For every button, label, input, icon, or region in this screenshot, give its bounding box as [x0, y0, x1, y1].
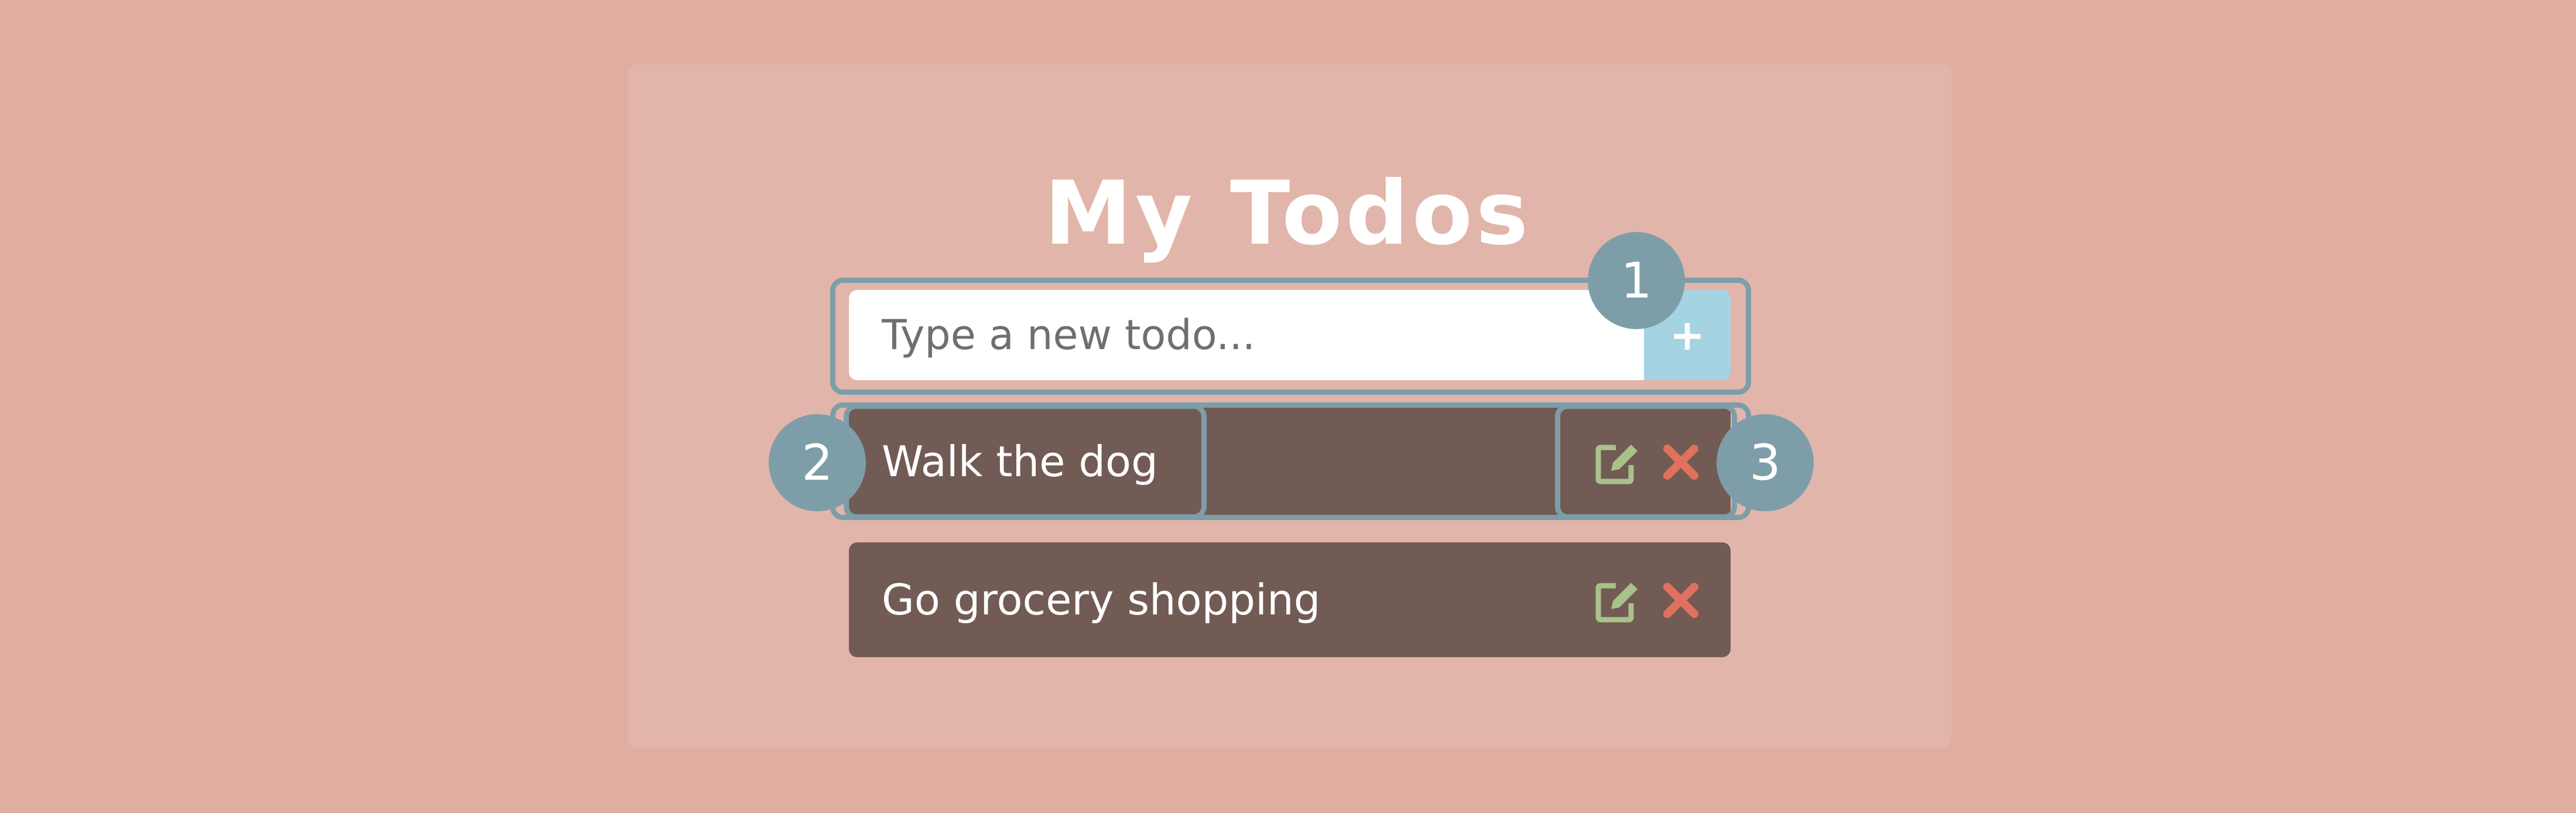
- edit-icon[interactable]: [1594, 578, 1640, 624]
- todo-item: Go grocery shopping: [849, 542, 1731, 657]
- close-icon[interactable]: [1662, 581, 1700, 620]
- callout-badge-3: 3: [1717, 414, 1814, 511]
- todo-actions-highlight: [1555, 404, 1737, 520]
- callout-badge-1: 1: [1588, 232, 1685, 329]
- todo-text-highlight: [844, 404, 1207, 520]
- callout-badge-2: 2: [769, 414, 866, 511]
- page-title: My Todos: [1044, 163, 1532, 265]
- todo-item-text[interactable]: Go grocery shopping: [882, 542, 1320, 657]
